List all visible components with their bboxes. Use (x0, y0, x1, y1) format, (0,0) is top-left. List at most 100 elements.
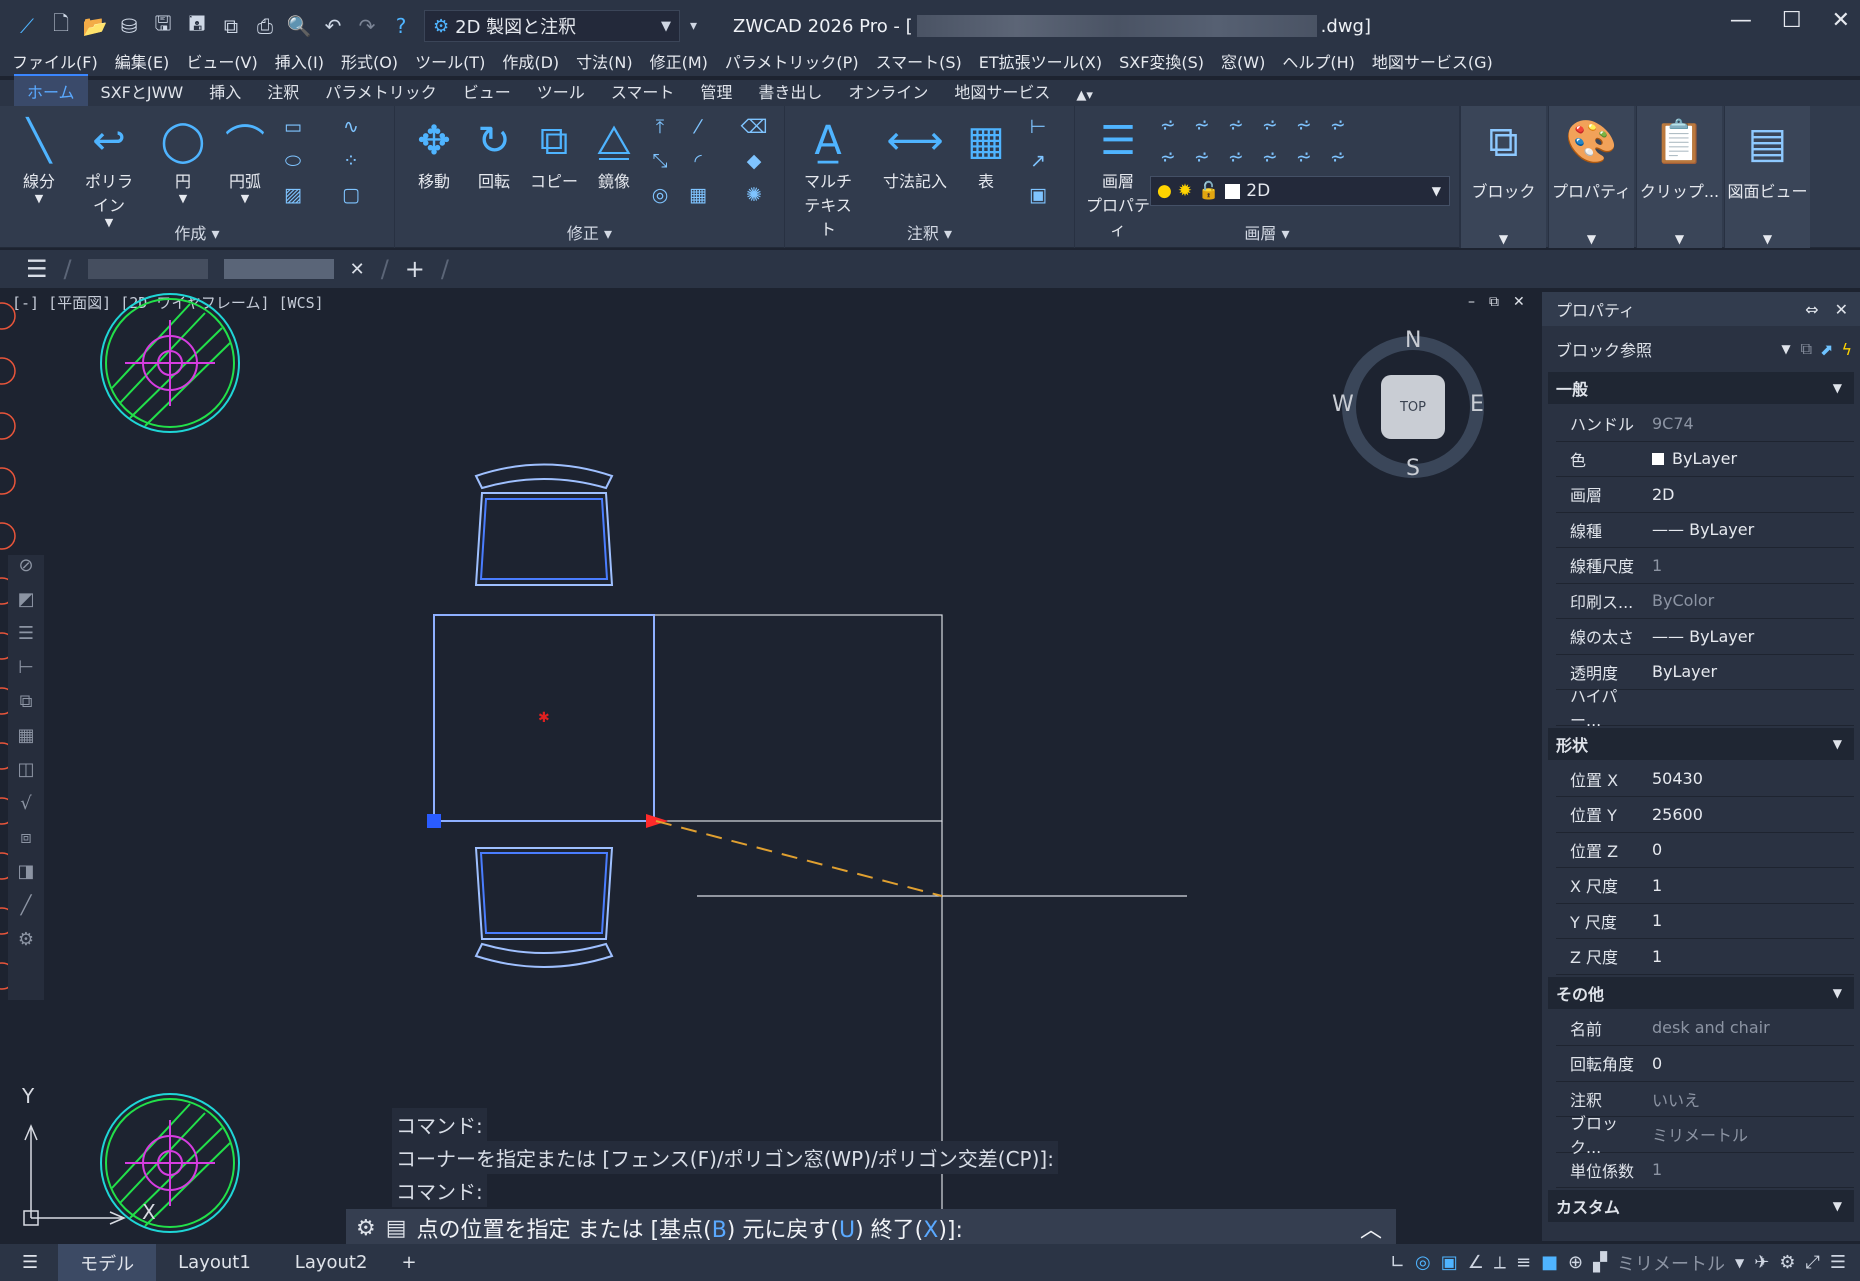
app-logo-icon[interactable]: ⟋ (14, 13, 40, 39)
selection-dropdown[interactable]: ブロック参照 ▼ ⧉ ⬈ ϟ (1550, 332, 1852, 366)
property-value[interactable]: ByLayer (1644, 662, 1717, 681)
property-value[interactable]: 50430 (1644, 769, 1703, 788)
gear-icon[interactable]: ⚙ (356, 1216, 376, 1241)
property-value[interactable]: 2D (1644, 485, 1675, 504)
property-value[interactable]: 9C74 (1644, 414, 1694, 433)
toolbar-icon[interactable]: ▦ (8, 725, 44, 759)
property-row[interactable]: 回転角度 0 (1556, 1046, 1854, 1082)
dimension-button[interactable]: ⟷ 寸法記入 (875, 114, 955, 192)
property-row[interactable]: 名前 desk and chair (1556, 1011, 1854, 1046)
lineweight-icon[interactable]: ≡ (1516, 1252, 1531, 1273)
tab-home[interactable]: ホーム (14, 74, 88, 106)
polar-icon[interactable]: ◎ (1415, 1252, 1431, 1273)
hatch-icon[interactable]: ▨ (280, 182, 306, 208)
command-input-bar[interactable]: ⚙ ▤ 点の位置を指定 または [基点(B) 元に戻す(U) 終了(X)]: ︿ (346, 1209, 1396, 1247)
menu-window[interactable]: 窓(W) (1221, 49, 1265, 73)
property-row[interactable]: 線の太さ —— ByLayer (1556, 619, 1854, 655)
annotation-icon[interactable]: ▞ (1593, 1252, 1607, 1273)
tab-smart[interactable]: スマート (598, 76, 688, 106)
layer-tool-icon[interactable]: ⩫ (1257, 112, 1283, 138)
add-tab-icon[interactable]: + (405, 255, 425, 283)
fillet-icon[interactable]: ◜ (685, 148, 711, 174)
menu-draw[interactable]: 作成(D) (502, 49, 559, 73)
viewcube-top-face[interactable]: TOP (1381, 375, 1445, 439)
arc-button[interactable]: ⌒ 円弧 ▼ (214, 114, 276, 205)
select-objects-icon[interactable]: ⬈ (1820, 340, 1833, 359)
erase-icon[interactable]: ⌫ (741, 114, 768, 140)
save-all-icon[interactable]: ⧉ (218, 13, 244, 39)
section-misc[interactable]: その他 ▼ (1548, 976, 1854, 1009)
menu-tools[interactable]: ツール(T) (415, 49, 485, 73)
close-icon[interactable]: ✕ (1832, 8, 1850, 33)
redo-icon[interactable]: ↷ (354, 13, 380, 39)
hamburger-menu-icon[interactable]: ☰ (26, 255, 48, 283)
mirror-button[interactable]: ⧋ 鏡像 (583, 114, 645, 192)
layer-select[interactable]: ● ✹ 🔓 2D ▼ (1150, 176, 1450, 206)
property-row[interactable]: 線種 —— ByLayer (1556, 513, 1854, 548)
layer-tool-icon[interactable]: ⩫ (1189, 112, 1215, 138)
selection-cycling-icon[interactable]: ⊕ (1568, 1252, 1583, 1273)
maximize-icon[interactable]: ☐ (1782, 8, 1802, 33)
menu-format[interactable]: 形式(O) (341, 49, 398, 73)
section-custom[interactable]: カスタム ▼ (1548, 1190, 1854, 1222)
menu-sxf[interactable]: SXF変換(S) (1119, 49, 1204, 73)
lock-icon[interactable]: 🔓 (1198, 181, 1219, 201)
property-value[interactable]: いいえ (1644, 1087, 1700, 1111)
compass-north[interactable]: N (1405, 328, 1421, 353)
document-tab-2[interactable] (223, 259, 334, 279)
viewcube[interactable]: TOP N S W E (1332, 328, 1488, 482)
block-button[interactable]: ⧉ ブロック ▼ (1460, 106, 1546, 248)
rotate-button[interactable]: ↻ 回転 (463, 114, 525, 192)
ribbon-panel-modify-title[interactable]: 修正 ▾ (395, 220, 784, 244)
property-row[interactable]: 位置 Y 25600 (1556, 797, 1854, 833)
section-geometry[interactable]: 形状 ▼ (1548, 727, 1854, 760)
option-exit[interactable]: X (923, 1218, 938, 1243)
region-icon[interactable]: ▢ (338, 182, 364, 208)
copy-button[interactable]: ⧉ コピー (523, 114, 585, 192)
otrack-icon[interactable]: ∠ (1468, 1252, 1484, 1273)
open-jww-icon[interactable]: ⛁ (116, 13, 142, 39)
property-row[interactable]: 画層 2D (1556, 477, 1854, 513)
tab-export[interactable]: 書き出し (745, 76, 835, 106)
property-row[interactable]: ブロック... ミリメートル (1556, 1114, 1854, 1157)
property-value[interactable]: 0 (1644, 840, 1662, 859)
property-value[interactable]: —— ByLayer (1644, 520, 1754, 539)
save-as-icon[interactable]: 🖪 (184, 11, 210, 39)
menu-insert[interactable]: 挿入(I) (275, 49, 324, 73)
property-row[interactable]: 印刷ス... ByColor (1556, 584, 1854, 619)
table-button[interactable]: ▦ 表 (955, 114, 1017, 192)
explode-icon[interactable]: ✺ (741, 182, 767, 208)
property-value[interactable]: 1 (1644, 876, 1662, 895)
ribbon-panel-create-title[interactable]: 作成 ▾ (0, 220, 394, 244)
property-row[interactable]: 色 ByLayer (1556, 442, 1854, 477)
menu-parametric[interactable]: パラメトリック(P) (725, 49, 859, 73)
tab-view[interactable]: ビュー (450, 76, 524, 106)
property-value[interactable]: 1 (1644, 1160, 1662, 1179)
property-value[interactable]: 1 (1644, 556, 1662, 575)
toolbar-icon[interactable]: ⧉ (8, 691, 44, 725)
layer-tool-icon[interactable]: ⩫ (1291, 112, 1317, 138)
menu-dimension[interactable]: 寸法(N) (576, 49, 632, 73)
layer-tool-icon[interactable]: ⩫ (1257, 144, 1283, 170)
toolbar-icon[interactable]: ◨ (8, 861, 44, 895)
linear-dim-icon[interactable]: ⊢ (1025, 114, 1051, 140)
units-label[interactable]: ミリメートル (1617, 1250, 1725, 1276)
array-icon[interactable]: ▦ (685, 182, 711, 208)
stretch-icon[interactable]: ⤒ (647, 114, 673, 140)
layer-tool-icon[interactable]: ⩫ (1223, 112, 1249, 138)
toolbar-icon[interactable]: ◩ (8, 589, 44, 623)
tab-parametric[interactable]: パラメトリック (312, 76, 450, 106)
property-row[interactable]: 位置 Z 0 (1556, 833, 1854, 868)
chevron-down-icon[interactable]: ▼ (1735, 1256, 1744, 1270)
ortho-icon[interactable]: ∟ (1390, 1252, 1405, 1273)
layer-tool-icon[interactable]: ⩫ (1155, 112, 1181, 138)
ribbon-minimize-icon[interactable]: ▲▾ (1063, 85, 1106, 106)
menu-smart[interactable]: スマート(S) (876, 49, 962, 73)
tab-map-service[interactable]: 地図サービス (941, 76, 1063, 106)
menu-view[interactable]: ビュー(V) (186, 49, 257, 73)
command-window-icon[interactable]: ▤ (386, 1216, 407, 1241)
property-row[interactable]: 線種尺度 1 (1556, 548, 1854, 584)
drawing-canvas[interactable]: [-] [平面図] [2D ワイヤフレーム] [WCS] – ⧉ ✕ ✱ Y X… (0, 288, 1536, 1241)
eraser-icon[interactable]: ◆ (741, 148, 767, 174)
property-row[interactable]: ハンドル 9C74 (1556, 406, 1854, 442)
